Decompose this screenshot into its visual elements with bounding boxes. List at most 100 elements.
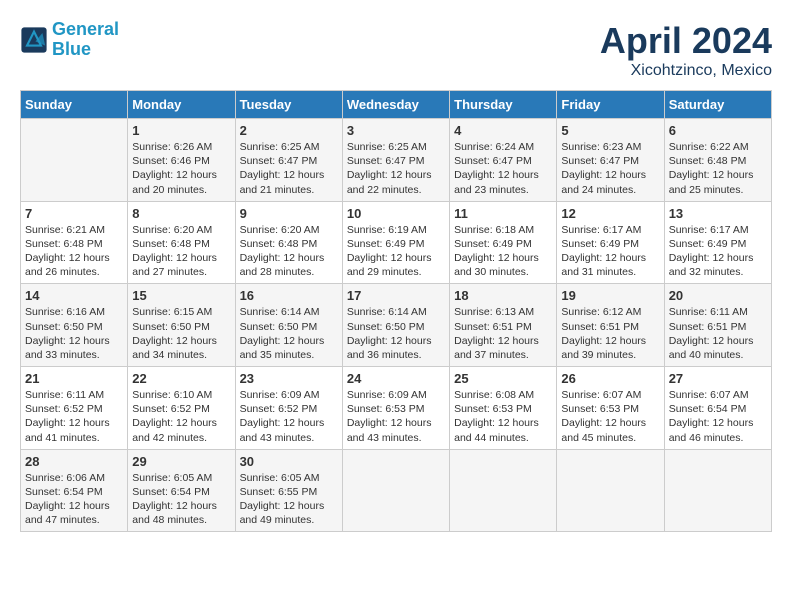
day-number: 12 (561, 206, 659, 221)
day-info: Sunrise: 6:18 AM Sunset: 6:49 PM Dayligh… (454, 223, 552, 280)
calendar-header-row: SundayMondayTuesdayWednesdayThursdayFrid… (21, 91, 772, 119)
day-info: Sunrise: 6:19 AM Sunset: 6:49 PM Dayligh… (347, 223, 445, 280)
location-title: Xicohtzinco, Mexico (600, 62, 772, 80)
day-info: Sunrise: 6:09 AM Sunset: 6:52 PM Dayligh… (240, 388, 338, 445)
logo-general: General (52, 19, 119, 39)
calendar-cell: 20 Sunrise: 6:11 AM Sunset: 6:51 PM Dayli… (664, 284, 771, 367)
day-number: 11 (454, 206, 552, 221)
calendar-table: SundayMondayTuesdayWednesdayThursdayFrid… (20, 90, 772, 532)
day-info: Sunrise: 6:17 AM Sunset: 6:49 PM Dayligh… (561, 223, 659, 280)
calendar-cell: 16 Sunrise: 6:14 AM Sunset: 6:50 PM Dayli… (235, 284, 342, 367)
day-info: Sunrise: 6:23 AM Sunset: 6:47 PM Dayligh… (561, 140, 659, 197)
calendar-cell: 10 Sunrise: 6:19 AM Sunset: 6:49 PM Dayli… (342, 201, 449, 284)
col-header-monday: Monday (128, 91, 235, 119)
col-header-thursday: Thursday (450, 91, 557, 119)
logo: General Blue (20, 20, 119, 60)
col-header-wednesday: Wednesday (342, 91, 449, 119)
page-header: General Blue April 2024 Xicohtzinco, Mex… (20, 20, 772, 80)
day-info: Sunrise: 6:26 AM Sunset: 6:46 PM Dayligh… (132, 140, 230, 197)
calendar-cell: 21Sunrise: 6:11 AM Sunset: 6:52 PM Dayli… (21, 367, 128, 450)
calendar-cell: 6 Sunrise: 6:22 AM Sunset: 6:48 PM Daylig… (664, 119, 771, 202)
day-number: 5 (561, 123, 659, 138)
logo-blue: Blue (52, 39, 91, 59)
day-number: 3 (347, 123, 445, 138)
day-info: Sunrise: 6:14 AM Sunset: 6:50 PM Dayligh… (240, 305, 338, 362)
calendar-cell: 30 Sunrise: 6:05 AM Sunset: 6:55 PM Dayli… (235, 449, 342, 532)
day-number: 10 (347, 206, 445, 221)
calendar-cell: 7 Sunrise: 6:21 AM Sunset: 6:48 PM Daylig… (21, 201, 128, 284)
calendar-cell: 13Sunrise: 6:17 AM Sunset: 6:49 PM Dayli… (664, 201, 771, 284)
col-header-sunday: Sunday (21, 91, 128, 119)
calendar-cell (664, 449, 771, 532)
day-number: 28 (25, 454, 123, 469)
calendar-cell: 1 Sunrise: 6:26 AM Sunset: 6:46 PM Daylig… (128, 119, 235, 202)
calendar-cell: 5 Sunrise: 6:23 AM Sunset: 6:47 PM Daylig… (557, 119, 664, 202)
title-area: April 2024 Xicohtzinco, Mexico (600, 20, 772, 80)
calendar-cell (557, 449, 664, 532)
day-info: Sunrise: 6:10 AM Sunset: 6:52 PM Dayligh… (132, 388, 230, 445)
calendar-cell: 14Sunrise: 6:16 AM Sunset: 6:50 PM Dayli… (21, 284, 128, 367)
calendar-cell (21, 119, 128, 202)
day-info: Sunrise: 6:11 AM Sunset: 6:51 PM Dayligh… (669, 305, 767, 362)
day-info: Sunrise: 6:21 AM Sunset: 6:48 PM Dayligh… (25, 223, 123, 280)
calendar-week-row: 1 Sunrise: 6:26 AM Sunset: 6:46 PM Daylig… (21, 119, 772, 202)
day-number: 27 (669, 371, 767, 386)
day-info: Sunrise: 6:13 AM Sunset: 6:51 PM Dayligh… (454, 305, 552, 362)
calendar-cell: 24Sunrise: 6:09 AM Sunset: 6:53 PM Dayli… (342, 367, 449, 450)
calendar-cell: 2Sunrise: 6:25 AM Sunset: 6:47 PM Daylig… (235, 119, 342, 202)
calendar-cell: 12 Sunrise: 6:17 AM Sunset: 6:49 PM Dayli… (557, 201, 664, 284)
col-header-tuesday: Tuesday (235, 91, 342, 119)
day-number: 6 (669, 123, 767, 138)
day-info: Sunrise: 6:22 AM Sunset: 6:48 PM Dayligh… (669, 140, 767, 197)
day-number: 30 (240, 454, 338, 469)
day-number: 2 (240, 123, 338, 138)
calendar-cell: 28 Sunrise: 6:06 AM Sunset: 6:54 PM Dayli… (21, 449, 128, 532)
calendar-cell: 11 Sunrise: 6:18 AM Sunset: 6:49 PM Dayli… (450, 201, 557, 284)
calendar-cell: 22Sunrise: 6:10 AM Sunset: 6:52 PM Dayli… (128, 367, 235, 450)
day-info: Sunrise: 6:07 AM Sunset: 6:54 PM Dayligh… (669, 388, 767, 445)
day-info: Sunrise: 6:25 AM Sunset: 6:47 PM Dayligh… (347, 140, 445, 197)
calendar-cell: 25Sunrise: 6:08 AM Sunset: 6:53 PM Dayli… (450, 367, 557, 450)
day-info: Sunrise: 6:06 AM Sunset: 6:54 PM Dayligh… (25, 471, 123, 528)
day-number: 9 (240, 206, 338, 221)
day-info: Sunrise: 6:05 AM Sunset: 6:54 PM Dayligh… (132, 471, 230, 528)
calendar-cell: 17 Sunrise: 6:14 AM Sunset: 6:50 PM Dayli… (342, 284, 449, 367)
calendar-cell: 15Sunrise: 6:15 AM Sunset: 6:50 PM Dayli… (128, 284, 235, 367)
day-number: 18 (454, 288, 552, 303)
calendar-cell: 3 Sunrise: 6:25 AM Sunset: 6:47 PM Daylig… (342, 119, 449, 202)
day-number: 29 (132, 454, 230, 469)
calendar-cell: 8 Sunrise: 6:20 AM Sunset: 6:48 PM Daylig… (128, 201, 235, 284)
day-info: Sunrise: 6:24 AM Sunset: 6:47 PM Dayligh… (454, 140, 552, 197)
day-info: Sunrise: 6:14 AM Sunset: 6:50 PM Dayligh… (347, 305, 445, 362)
day-number: 17 (347, 288, 445, 303)
calendar-cell: 26Sunrise: 6:07 AM Sunset: 6:53 PM Dayli… (557, 367, 664, 450)
calendar-cell: 4 Sunrise: 6:24 AM Sunset: 6:47 PM Daylig… (450, 119, 557, 202)
day-number: 19 (561, 288, 659, 303)
day-info: Sunrise: 6:20 AM Sunset: 6:48 PM Dayligh… (132, 223, 230, 280)
calendar-cell: 9 Sunrise: 6:20 AM Sunset: 6:48 PM Daylig… (235, 201, 342, 284)
calendar-cell: 18 Sunrise: 6:13 AM Sunset: 6:51 PM Dayli… (450, 284, 557, 367)
day-number: 25 (454, 371, 552, 386)
calendar-cell (450, 449, 557, 532)
day-number: 15 (132, 288, 230, 303)
day-number: 13 (669, 206, 767, 221)
calendar-cell: 27 Sunrise: 6:07 AM Sunset: 6:54 PM Dayli… (664, 367, 771, 450)
day-number: 7 (25, 206, 123, 221)
day-number: 21 (25, 371, 123, 386)
day-number: 8 (132, 206, 230, 221)
day-number: 14 (25, 288, 123, 303)
day-info: Sunrise: 6:20 AM Sunset: 6:48 PM Dayligh… (240, 223, 338, 280)
day-info: Sunrise: 6:07 AM Sunset: 6:53 PM Dayligh… (561, 388, 659, 445)
calendar-cell: 29 Sunrise: 6:05 AM Sunset: 6:54 PM Dayli… (128, 449, 235, 532)
logo-text: General Blue (52, 20, 119, 60)
calendar-cell: 19 Sunrise: 6:12 AM Sunset: 6:51 PM Dayli… (557, 284, 664, 367)
day-number: 1 (132, 123, 230, 138)
day-number: 20 (669, 288, 767, 303)
day-info: Sunrise: 6:05 AM Sunset: 6:55 PM Dayligh… (240, 471, 338, 528)
day-number: 4 (454, 123, 552, 138)
col-header-friday: Friday (557, 91, 664, 119)
day-number: 24 (347, 371, 445, 386)
day-number: 16 (240, 288, 338, 303)
day-info: Sunrise: 6:12 AM Sunset: 6:51 PM Dayligh… (561, 305, 659, 362)
calendar-week-row: 7 Sunrise: 6:21 AM Sunset: 6:48 PM Daylig… (21, 201, 772, 284)
